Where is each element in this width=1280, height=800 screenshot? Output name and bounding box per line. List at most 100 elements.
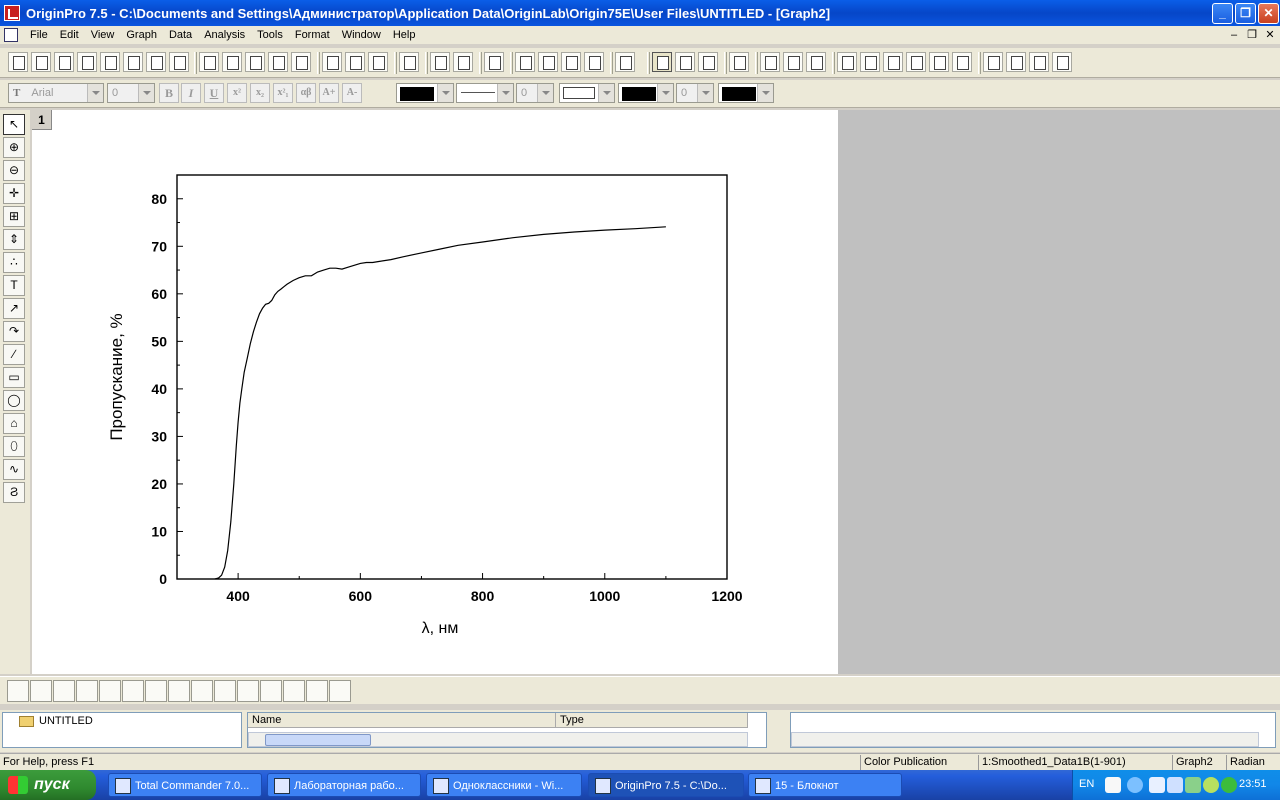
increase-font-button[interactable]: A+	[319, 83, 339, 103]
start-button[interactable]: пуск	[0, 770, 96, 800]
bold-button[interactable]: B	[159, 83, 179, 103]
antivirus-icon[interactable]	[1203, 777, 1219, 793]
menu-file[interactable]: File	[24, 29, 54, 41]
chevron-left-icon[interactable]	[1127, 777, 1143, 793]
plot-type-10-icon[interactable]	[214, 680, 236, 702]
polygon-tool-icon[interactable]: ⌂	[3, 413, 25, 434]
menu-graph[interactable]: Graph	[120, 29, 163, 41]
std-tool-18-icon[interactable]	[430, 52, 450, 72]
task-lab-document[interactable]: Лабораторная рабо...	[267, 773, 421, 797]
line-tool-icon[interactable]: ∕	[3, 344, 25, 365]
plot-type-2-icon[interactable]	[30, 680, 52, 702]
superscript-button[interactable]: x²	[227, 83, 247, 103]
minimize-button[interactable]: _	[1212, 3, 1233, 24]
mdi-close-button[interactable]: ✕	[1262, 28, 1278, 42]
curved-arrow-tool-icon[interactable]: ↷	[3, 321, 25, 342]
std-tool-16-icon[interactable]	[368, 52, 388, 72]
plot-type-13-icon[interactable]	[283, 680, 305, 702]
column-type[interactable]: Type	[556, 713, 748, 728]
std-tool-41-icon[interactable]	[1029, 52, 1049, 72]
folder-tree[interactable]: UNTITLED	[2, 712, 242, 748]
help-icon[interactable]	[1105, 777, 1121, 793]
std-tool-7-icon[interactable]	[146, 52, 166, 72]
line-width-combo[interactable]: 0	[516, 83, 554, 103]
std-tool-28-icon[interactable]	[698, 52, 718, 72]
usb-icon[interactable]	[1149, 777, 1165, 793]
plot-type-5-icon[interactable]	[99, 680, 121, 702]
std-tool-13-icon[interactable]	[291, 52, 311, 72]
plot-type-3-icon[interactable]	[53, 680, 75, 702]
std-tool-5-icon[interactable]	[100, 52, 120, 72]
font-name-combo[interactable]: T Arial	[8, 83, 104, 103]
plot-type-15-icon[interactable]	[329, 680, 351, 702]
std-tool-27-icon[interactable]	[675, 52, 695, 72]
x-axis-title[interactable]: λ, нм	[422, 620, 459, 637]
zoom-in-tool-icon[interactable]: ⊕	[3, 137, 25, 158]
rectangle-tool-icon[interactable]: ▭	[3, 367, 25, 388]
std-tool-34-icon[interactable]	[860, 52, 880, 72]
font-color-combo[interactable]	[396, 83, 454, 103]
std-tool-24-icon[interactable]	[584, 52, 604, 72]
menu-data[interactable]: Data	[163, 29, 198, 41]
plot-type-14-icon[interactable]	[306, 680, 328, 702]
freehand-tool-icon[interactable]: Ϩ	[3, 482, 25, 503]
data-selector-tool-icon[interactable]: ⊞	[3, 206, 25, 227]
symbol-size-combo[interactable]: 0	[676, 83, 714, 103]
std-tool-23-icon[interactable]	[561, 52, 581, 72]
std-tool-39-icon[interactable]	[983, 52, 1003, 72]
std-tool-31-icon[interactable]	[783, 52, 803, 72]
scroll-thumb[interactable]	[265, 734, 371, 746]
fill-color-combo[interactable]	[618, 83, 674, 103]
plot-type-11-icon[interactable]	[237, 680, 259, 702]
mdi-minimize-button[interactable]: –	[1226, 28, 1242, 42]
std-tool-17-icon[interactable]	[399, 52, 419, 72]
task-notepad[interactable]: 15 - Блокнот	[748, 773, 902, 797]
std-tool-10-icon[interactable]	[222, 52, 242, 72]
std-tool-3-icon[interactable]	[54, 52, 74, 72]
decrease-font-button[interactable]: A-	[342, 83, 362, 103]
std-tool-14-icon[interactable]	[322, 52, 342, 72]
std-tool-15-icon[interactable]	[345, 52, 365, 72]
std-tool-33-icon[interactable]	[837, 52, 857, 72]
menu-edit[interactable]: Edit	[54, 29, 85, 41]
menu-window[interactable]: Window	[336, 29, 387, 41]
task-total-commander[interactable]: Total Commander 7.0...	[108, 773, 262, 797]
plot-type-4-icon[interactable]	[76, 680, 98, 702]
horizontal-scrollbar[interactable]	[791, 732, 1259, 747]
std-tool-42-icon[interactable]	[1052, 52, 1072, 72]
std-tool-22-icon[interactable]	[538, 52, 558, 72]
task-odnoklassniki-browser[interactable]: Одноклассники - Wi...	[426, 773, 582, 797]
detail-pane[interactable]	[790, 712, 1276, 748]
draw-data-tool-icon[interactable]: ∴	[3, 252, 25, 273]
line-style-combo[interactable]	[456, 83, 514, 103]
printer-icon[interactable]	[1185, 777, 1201, 793]
menu-format[interactable]: Format	[289, 29, 336, 41]
data-reader-tool-icon[interactable]: ⇕	[3, 229, 25, 250]
std-tool-25-icon[interactable]	[615, 52, 635, 72]
std-tool-4-icon[interactable]	[77, 52, 97, 72]
column-name[interactable]: Name	[248, 713, 556, 728]
horizontal-scrollbar[interactable]	[248, 732, 748, 747]
plot-type-7-icon[interactable]	[145, 680, 167, 702]
fill-pattern-combo[interactable]	[559, 83, 615, 103]
info-icon[interactable]	[1221, 777, 1237, 793]
std-tool-9-icon[interactable]	[199, 52, 219, 72]
zoom-out-tool-icon[interactable]: ⊖	[3, 160, 25, 181]
plot-type-8-icon[interactable]	[168, 680, 190, 702]
close-button[interactable]: ✕	[1258, 3, 1279, 24]
plot-type-1-icon[interactable]	[7, 680, 29, 702]
plot-type-6-icon[interactable]	[122, 680, 144, 702]
std-tool-2-icon[interactable]	[31, 52, 51, 72]
text-tool-icon[interactable]: T	[3, 275, 25, 296]
region-tool-icon[interactable]: ⬯	[3, 436, 25, 457]
screen-reader-tool-icon[interactable]: ✛	[3, 183, 25, 204]
menu-help[interactable]: Help	[387, 29, 422, 41]
std-tool-29-icon[interactable]	[729, 52, 749, 72]
plot-type-12-icon[interactable]	[260, 680, 282, 702]
std-tool-19-icon[interactable]	[453, 52, 473, 72]
underline-button[interactable]: U	[204, 83, 224, 103]
supsub-button[interactable]: x²₁	[273, 83, 293, 103]
std-tool-36-icon[interactable]	[906, 52, 926, 72]
std-tool-38-icon[interactable]	[952, 52, 972, 72]
pointer-tool-icon[interactable]: ↖	[3, 114, 25, 135]
